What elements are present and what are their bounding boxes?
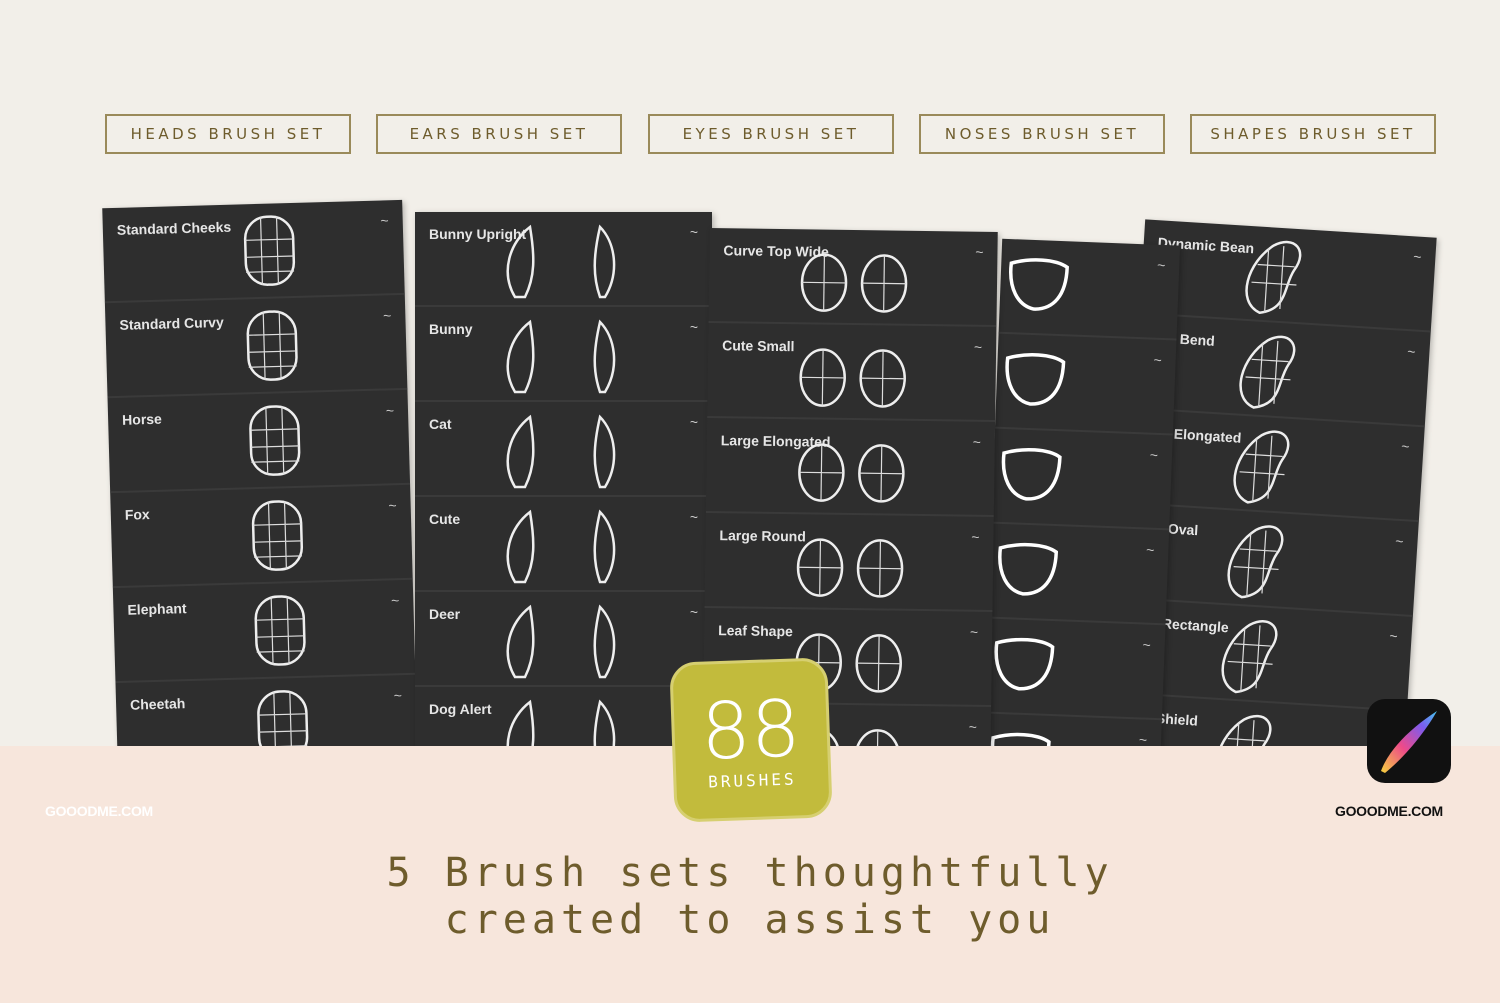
brush-stroke-icon: ~ <box>393 687 403 704</box>
brush-row-shapes[interactable]: Dynamic Bean ~ <box>1139 219 1437 333</box>
brush-row-eyes[interactable]: Curve Top Wide ~ <box>708 228 998 328</box>
brush-row-noses[interactable]: ~ <box>994 333 1177 436</box>
brush-name: Fox <box>124 506 150 523</box>
brush-row-ears[interactable]: Cute ~ <box>415 497 712 592</box>
brush-name: Dog Alert <box>429 701 492 717</box>
heads-panel: Standard Cheeks ~ Standard Curvy ~ Horse ~ Fox… <box>102 199 418 769</box>
brush-name: Cat <box>429 416 452 432</box>
brush-stroke-icon: ~ <box>1149 446 1159 463</box>
watermark-left: GOOODME.COM <box>45 803 153 819</box>
tagline-line-1: 5 Brush sets thoughtfully <box>386 850 1114 896</box>
brush-stroke-icon: ~ <box>969 623 979 640</box>
brush-row-ears[interactable]: Cat ~ <box>415 402 712 497</box>
eyes-brush-set-button[interactable]: Eyes brush set <box>648 114 894 154</box>
brush-row-eyes[interactable]: Large Elongated ~ <box>705 417 996 518</box>
heads-brush-set-button[interactable]: Heads brush set <box>105 114 351 154</box>
brush-stroke-icon: ~ <box>1406 343 1416 360</box>
brush-stroke-icon: ~ <box>388 497 397 514</box>
brush-row-noses[interactable]: ~ <box>991 428 1173 531</box>
brush-stroke-icon: ~ <box>1142 636 1152 653</box>
badge-number: 88 <box>699 683 802 778</box>
brush-count-badge: 88 BRUSHES <box>669 657 833 823</box>
brush-stroke-icon: ~ <box>1394 532 1405 550</box>
brush-row-ears[interactable]: Bunny ~ <box>415 307 712 402</box>
brush-name: Deer <box>429 606 461 622</box>
brush-stroke-icon: ~ <box>689 319 698 335</box>
brush-row-heads[interactable]: Horse ~ <box>107 389 411 494</box>
brush-stroke-icon: ~ <box>380 212 389 229</box>
brush-name: Bunny <box>429 321 473 337</box>
brush-stroke-icon: ~ <box>1388 627 1399 645</box>
brush-stroke-icon: ~ <box>390 592 400 609</box>
brush-row-noses[interactable]: ~ <box>987 523 1170 626</box>
brush-name: Standard Cheeks <box>116 218 232 238</box>
brush-name: Standard Curvy <box>119 313 224 333</box>
procreate-logo-icon <box>1367 699 1451 783</box>
brush-name: Cute <box>429 511 461 527</box>
brush-row-eyes[interactable]: Cute Small ~ <box>707 323 997 423</box>
brush-stroke-icon: ~ <box>968 718 977 735</box>
brush-stroke-icon: ~ <box>689 509 698 525</box>
brush-stroke-icon: ~ <box>1400 437 1411 455</box>
brush-stroke-icon: ~ <box>1153 351 1163 368</box>
brush-row-noses[interactable]: ~ <box>998 238 1181 341</box>
brush-stroke-icon: ~ <box>975 243 984 260</box>
brush-stroke-icon: ~ <box>972 433 981 450</box>
brush-row-eyes[interactable]: Large Round ~ <box>704 512 994 612</box>
brush-stroke-icon: ~ <box>1145 541 1155 558</box>
brush-row-noses[interactable]: ~ <box>984 618 1166 721</box>
noses-panel: ~ ~ ~ ~ ~ ~ <box>981 238 1181 776</box>
ears-panel: Bunny Upright ~ Bunny ~ Cat ~ Cute ~ Deer ~ Dog Al… <box>415 212 712 772</box>
brush-row-shapes[interactable]: mic Bend ~ <box>1133 314 1431 428</box>
brush-stroke-icon: ~ <box>973 338 983 355</box>
brush-row-heads[interactable]: Standard Cheeks ~ <box>102 199 405 304</box>
noses-brush-set-button[interactable]: Noses brush set <box>919 114 1165 154</box>
brush-stroke-icon: ~ <box>1156 256 1166 274</box>
brush-name: Elephant <box>127 600 187 618</box>
brush-name: Horse <box>121 410 163 428</box>
brush-row-heads[interactable]: Fox ~ <box>110 484 413 589</box>
brush-row-ears[interactable]: Deer ~ <box>415 592 712 687</box>
brush-stroke-icon: ~ <box>689 224 698 240</box>
brush-stroke-icon: ~ <box>1412 248 1422 265</box>
brush-stroke-icon: ~ <box>382 307 392 324</box>
brush-row-heads[interactable]: Standard Curvy ~ <box>104 294 408 399</box>
watermark-right: GOOODME.COM <box>1335 803 1443 819</box>
brush-row-ears[interactable]: Bunny Upright ~ <box>415 212 712 307</box>
brush-stroke-icon: ~ <box>689 604 698 620</box>
shapes-brush-set-button[interactable]: Shapes brush set <box>1190 114 1436 154</box>
badge-label: BRUSHES <box>707 768 797 792</box>
brush-name: Cheetah <box>129 695 186 713</box>
ears-brush-set-button[interactable]: Ears brush set <box>376 114 622 154</box>
tagline-line-2: created to assist you <box>444 897 1056 943</box>
brush-row-heads[interactable]: Elephant ~ <box>112 579 416 684</box>
brush-stroke-icon: ~ <box>385 402 395 419</box>
brush-stroke-icon: ~ <box>689 414 698 430</box>
brush-stroke-icon: ~ <box>971 528 980 545</box>
